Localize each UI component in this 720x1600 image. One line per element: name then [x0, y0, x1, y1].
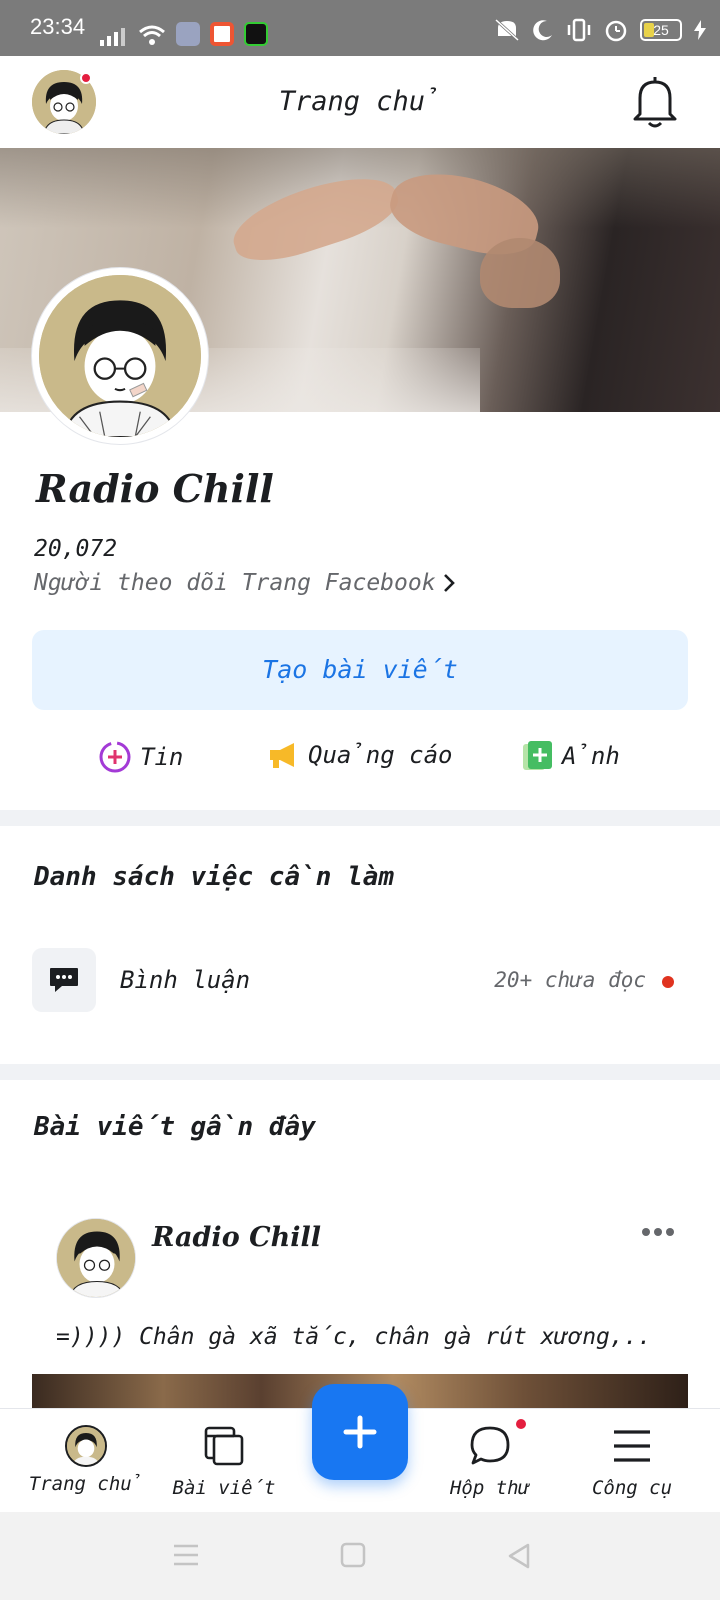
todo-section-title: Danh sách việc cần làm: [34, 862, 395, 892]
top-app-bar: Trang chủ: [0, 56, 720, 148]
comments-icon-box: [32, 948, 96, 1012]
comment-bubble-icon: [50, 968, 78, 992]
status-time: 23:34: [30, 14, 86, 39]
home-button-icon[interactable]: [340, 1542, 366, 1568]
avatar-illustration: [57, 1219, 135, 1297]
notifications-bell-icon[interactable]: [632, 74, 678, 128]
photo-label: Ảnh: [562, 742, 620, 770]
battery-indicator: 25: [640, 19, 682, 41]
recent-posts-title: Bài viết gần đây: [34, 1112, 316, 1142]
comments-label: Bình luận: [120, 966, 251, 994]
post-text: =)))) Chân gà xã tắc, chân gà rút xương,…: [56, 1324, 652, 1350]
add-photo-icon: [523, 741, 552, 770]
mute-icon: [494, 18, 520, 42]
more-options-icon[interactable]: [640, 1226, 676, 1238]
post-author-avatar[interactable]: [56, 1218, 136, 1298]
nav-home[interactable]: Trang chủ: [16, 1425, 156, 1495]
nav-tools-label: Công cụ: [591, 1477, 673, 1499]
nav-inbox[interactable]: Hộp thư: [420, 1425, 560, 1499]
back-button-icon[interactable]: [506, 1542, 532, 1570]
nav-home-label: Trang chủ: [28, 1473, 144, 1495]
add-story-icon: [99, 741, 131, 773]
nav-posts[interactable]: Bài viết: [154, 1425, 294, 1499]
charging-icon: [694, 20, 706, 40]
status-bar: 23:34 25: [0, 0, 720, 56]
page-profile-picture[interactable]: [32, 268, 208, 444]
chevron-right-icon: [443, 574, 455, 592]
app-notification-icon: [210, 22, 234, 46]
post-author-name[interactable]: Radio Chill: [152, 1222, 321, 1253]
app-notification-icon: [244, 22, 268, 46]
unread-dot: [662, 976, 674, 988]
comments-unread-status: 20+ chưa đọc: [494, 968, 646, 992]
avatar-illustration: [39, 275, 201, 437]
system-navigation-bar: [0, 1512, 720, 1600]
page-title: Trang chủ: [278, 86, 442, 117]
recent-apps-icon[interactable]: [172, 1542, 200, 1568]
section-divider: [0, 810, 720, 826]
story-button[interactable]: Tin: [98, 740, 183, 774]
plus-icon: [343, 1415, 377, 1449]
megaphone-icon: [270, 743, 294, 768]
status-right-icons: 25: [494, 18, 706, 42]
followers-link[interactable]: Người theo dõi Trang Facebook: [34, 570, 456, 596]
nav-tools[interactable]: Công cụ: [562, 1425, 702, 1499]
post-header: Radio Chill: [56, 1218, 676, 1298]
menu-icon: [614, 1430, 650, 1462]
ads-button[interactable]: Quảng cáo: [268, 740, 453, 770]
section-divider: [0, 1064, 720, 1080]
page-name: Radio Chill: [36, 466, 274, 511]
home-avatar-icon: [65, 1425, 107, 1467]
followers-label: Người theo dõi Trang Facebook: [34, 570, 436, 596]
status-left-icons: [100, 22, 268, 46]
photo-button[interactable]: Ảnh: [522, 740, 620, 772]
nav-posts-label: Bài viết: [172, 1477, 276, 1499]
story-label: Tin: [140, 743, 184, 771]
cover-hand-shape: [480, 238, 560, 308]
create-post-button[interactable]: Tạo bài viết: [32, 630, 688, 710]
avatar-notification-dot: [80, 72, 92, 84]
vibrate-icon: [567, 18, 591, 42]
messenger-icon: [470, 1426, 510, 1465]
todo-comments-row[interactable]: Bình luận 20+ chưa đọc: [32, 948, 688, 1012]
app-notification-icon: [176, 22, 200, 46]
moon-icon: [533, 20, 552, 41]
ads-label: Quảng cáo: [308, 741, 453, 769]
create-fab-button[interactable]: [312, 1384, 408, 1480]
inbox-notification-dot: [516, 1419, 526, 1429]
wifi-icon: [139, 25, 165, 45]
followers-count: 20,072: [34, 536, 118, 562]
posts-icon: [204, 1426, 244, 1466]
alarm-icon: [605, 20, 627, 42]
quick-actions: Tin Quảng cáo Ảnh: [0, 740, 720, 786]
signal-icon: [100, 28, 125, 46]
nav-inbox-label: Hộp thư: [449, 1477, 531, 1499]
